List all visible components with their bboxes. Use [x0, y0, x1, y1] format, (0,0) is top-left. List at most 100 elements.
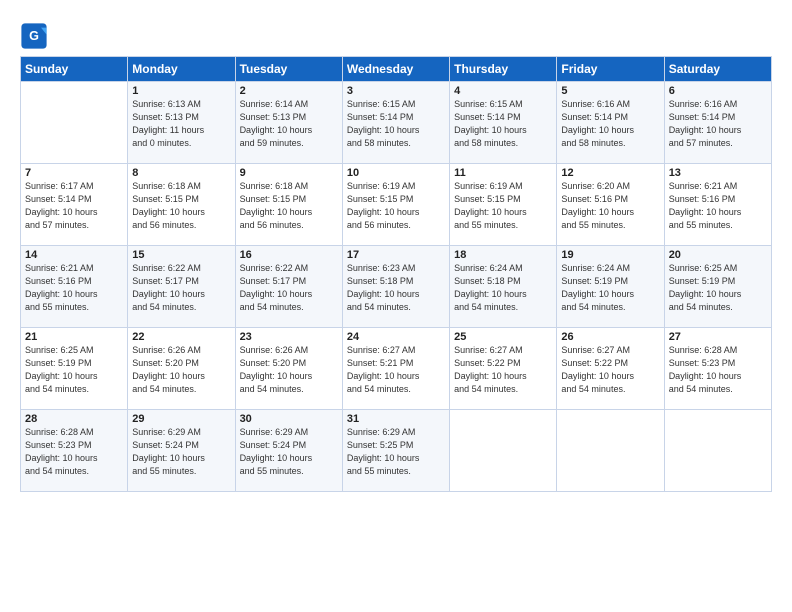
calendar-cell: 21Sunrise: 6:25 AM Sunset: 5:19 PM Dayli… [21, 328, 128, 410]
calendar-cell: 14Sunrise: 6:21 AM Sunset: 5:16 PM Dayli… [21, 246, 128, 328]
day-info: Sunrise: 6:27 AM Sunset: 5:22 PM Dayligh… [561, 344, 659, 396]
day-number: 15 [132, 249, 230, 261]
calendar-cell: 10Sunrise: 6:19 AM Sunset: 5:15 PM Dayli… [342, 164, 449, 246]
day-number: 27 [669, 331, 767, 343]
day-info: Sunrise: 6:16 AM Sunset: 5:14 PM Dayligh… [561, 98, 659, 150]
day-info: Sunrise: 6:21 AM Sunset: 5:16 PM Dayligh… [669, 180, 767, 232]
calendar-cell: 8Sunrise: 6:18 AM Sunset: 5:15 PM Daylig… [128, 164, 235, 246]
day-info: Sunrise: 6:13 AM Sunset: 5:13 PM Dayligh… [132, 98, 230, 150]
calendar-cell: 13Sunrise: 6:21 AM Sunset: 5:16 PM Dayli… [664, 164, 771, 246]
calendar-table: SundayMondayTuesdayWednesdayThursdayFrid… [20, 56, 772, 492]
day-number: 14 [25, 249, 123, 261]
day-info: Sunrise: 6:23 AM Sunset: 5:18 PM Dayligh… [347, 262, 445, 314]
day-number: 19 [561, 249, 659, 261]
day-info: Sunrise: 6:16 AM Sunset: 5:14 PM Dayligh… [669, 98, 767, 150]
day-number: 29 [132, 413, 230, 425]
weekday-header-thursday: Thursday [450, 57, 557, 82]
calendar-cell [664, 410, 771, 492]
day-info: Sunrise: 6:26 AM Sunset: 5:20 PM Dayligh… [132, 344, 230, 396]
calendar-cell: 22Sunrise: 6:26 AM Sunset: 5:20 PM Dayli… [128, 328, 235, 410]
day-number: 11 [454, 167, 552, 179]
page: G SundayMondayTuesdayWednesdayThursdayFr… [0, 0, 792, 612]
calendar-cell: 1Sunrise: 6:13 AM Sunset: 5:13 PM Daylig… [128, 82, 235, 164]
day-number: 5 [561, 85, 659, 97]
day-info: Sunrise: 6:22 AM Sunset: 5:17 PM Dayligh… [240, 262, 338, 314]
day-info: Sunrise: 6:27 AM Sunset: 5:22 PM Dayligh… [454, 344, 552, 396]
calendar-cell: 23Sunrise: 6:26 AM Sunset: 5:20 PM Dayli… [235, 328, 342, 410]
day-info: Sunrise: 6:29 AM Sunset: 5:24 PM Dayligh… [132, 426, 230, 478]
day-info: Sunrise: 6:19 AM Sunset: 5:15 PM Dayligh… [347, 180, 445, 232]
day-number: 25 [454, 331, 552, 343]
logo-icon: G [20, 22, 48, 50]
day-info: Sunrise: 6:22 AM Sunset: 5:17 PM Dayligh… [132, 262, 230, 314]
day-info: Sunrise: 6:28 AM Sunset: 5:23 PM Dayligh… [25, 426, 123, 478]
weekday-header-row: SundayMondayTuesdayWednesdayThursdayFrid… [21, 57, 772, 82]
logo: G [20, 22, 52, 50]
calendar-cell: 31Sunrise: 6:29 AM Sunset: 5:25 PM Dayli… [342, 410, 449, 492]
calendar-cell [557, 410, 664, 492]
day-number: 16 [240, 249, 338, 261]
week-row-3: 14Sunrise: 6:21 AM Sunset: 5:16 PM Dayli… [21, 246, 772, 328]
day-info: Sunrise: 6:14 AM Sunset: 5:13 PM Dayligh… [240, 98, 338, 150]
day-info: Sunrise: 6:18 AM Sunset: 5:15 PM Dayligh… [132, 180, 230, 232]
calendar-cell: 18Sunrise: 6:24 AM Sunset: 5:18 PM Dayli… [450, 246, 557, 328]
calendar-cell: 6Sunrise: 6:16 AM Sunset: 5:14 PM Daylig… [664, 82, 771, 164]
day-info: Sunrise: 6:29 AM Sunset: 5:25 PM Dayligh… [347, 426, 445, 478]
day-number: 6 [669, 85, 767, 97]
calendar-cell [21, 82, 128, 164]
day-info: Sunrise: 6:24 AM Sunset: 5:19 PM Dayligh… [561, 262, 659, 314]
calendar-cell [450, 410, 557, 492]
day-info: Sunrise: 6:15 AM Sunset: 5:14 PM Dayligh… [454, 98, 552, 150]
calendar-cell: 30Sunrise: 6:29 AM Sunset: 5:24 PM Dayli… [235, 410, 342, 492]
day-number: 22 [132, 331, 230, 343]
weekday-header-saturday: Saturday [664, 57, 771, 82]
calendar-cell: 15Sunrise: 6:22 AM Sunset: 5:17 PM Dayli… [128, 246, 235, 328]
day-number: 30 [240, 413, 338, 425]
weekday-header-friday: Friday [557, 57, 664, 82]
day-info: Sunrise: 6:15 AM Sunset: 5:14 PM Dayligh… [347, 98, 445, 150]
calendar-cell: 27Sunrise: 6:28 AM Sunset: 5:23 PM Dayli… [664, 328, 771, 410]
week-row-4: 21Sunrise: 6:25 AM Sunset: 5:19 PM Dayli… [21, 328, 772, 410]
calendar-cell: 11Sunrise: 6:19 AM Sunset: 5:15 PM Dayli… [450, 164, 557, 246]
day-number: 3 [347, 85, 445, 97]
day-number: 24 [347, 331, 445, 343]
weekday-header-sunday: Sunday [21, 57, 128, 82]
calendar-cell: 26Sunrise: 6:27 AM Sunset: 5:22 PM Dayli… [557, 328, 664, 410]
day-info: Sunrise: 6:19 AM Sunset: 5:15 PM Dayligh… [454, 180, 552, 232]
day-number: 7 [25, 167, 123, 179]
weekday-header-wednesday: Wednesday [342, 57, 449, 82]
day-info: Sunrise: 6:21 AM Sunset: 5:16 PM Dayligh… [25, 262, 123, 314]
day-info: Sunrise: 6:29 AM Sunset: 5:24 PM Dayligh… [240, 426, 338, 478]
week-row-2: 7Sunrise: 6:17 AM Sunset: 5:14 PM Daylig… [21, 164, 772, 246]
day-info: Sunrise: 6:24 AM Sunset: 5:18 PM Dayligh… [454, 262, 552, 314]
day-info: Sunrise: 6:17 AM Sunset: 5:14 PM Dayligh… [25, 180, 123, 232]
day-number: 21 [25, 331, 123, 343]
calendar-cell: 25Sunrise: 6:27 AM Sunset: 5:22 PM Dayli… [450, 328, 557, 410]
day-number: 18 [454, 249, 552, 261]
calendar-cell: 12Sunrise: 6:20 AM Sunset: 5:16 PM Dayli… [557, 164, 664, 246]
calendar-cell: 9Sunrise: 6:18 AM Sunset: 5:15 PM Daylig… [235, 164, 342, 246]
day-number: 20 [669, 249, 767, 261]
header: G [20, 18, 772, 50]
calendar-cell: 4Sunrise: 6:15 AM Sunset: 5:14 PM Daylig… [450, 82, 557, 164]
day-number: 23 [240, 331, 338, 343]
week-row-5: 28Sunrise: 6:28 AM Sunset: 5:23 PM Dayli… [21, 410, 772, 492]
calendar-cell: 28Sunrise: 6:28 AM Sunset: 5:23 PM Dayli… [21, 410, 128, 492]
day-number: 31 [347, 413, 445, 425]
week-row-1: 1Sunrise: 6:13 AM Sunset: 5:13 PM Daylig… [21, 82, 772, 164]
day-info: Sunrise: 6:25 AM Sunset: 5:19 PM Dayligh… [669, 262, 767, 314]
day-info: Sunrise: 6:26 AM Sunset: 5:20 PM Dayligh… [240, 344, 338, 396]
calendar-cell: 29Sunrise: 6:29 AM Sunset: 5:24 PM Dayli… [128, 410, 235, 492]
day-number: 13 [669, 167, 767, 179]
day-number: 17 [347, 249, 445, 261]
calendar-cell: 5Sunrise: 6:16 AM Sunset: 5:14 PM Daylig… [557, 82, 664, 164]
calendar-cell: 2Sunrise: 6:14 AM Sunset: 5:13 PM Daylig… [235, 82, 342, 164]
day-number: 26 [561, 331, 659, 343]
svg-text:G: G [29, 29, 39, 43]
day-number: 1 [132, 85, 230, 97]
calendar-cell: 16Sunrise: 6:22 AM Sunset: 5:17 PM Dayli… [235, 246, 342, 328]
calendar-cell: 7Sunrise: 6:17 AM Sunset: 5:14 PM Daylig… [21, 164, 128, 246]
calendar-cell: 20Sunrise: 6:25 AM Sunset: 5:19 PM Dayli… [664, 246, 771, 328]
calendar-cell: 19Sunrise: 6:24 AM Sunset: 5:19 PM Dayli… [557, 246, 664, 328]
day-number: 2 [240, 85, 338, 97]
